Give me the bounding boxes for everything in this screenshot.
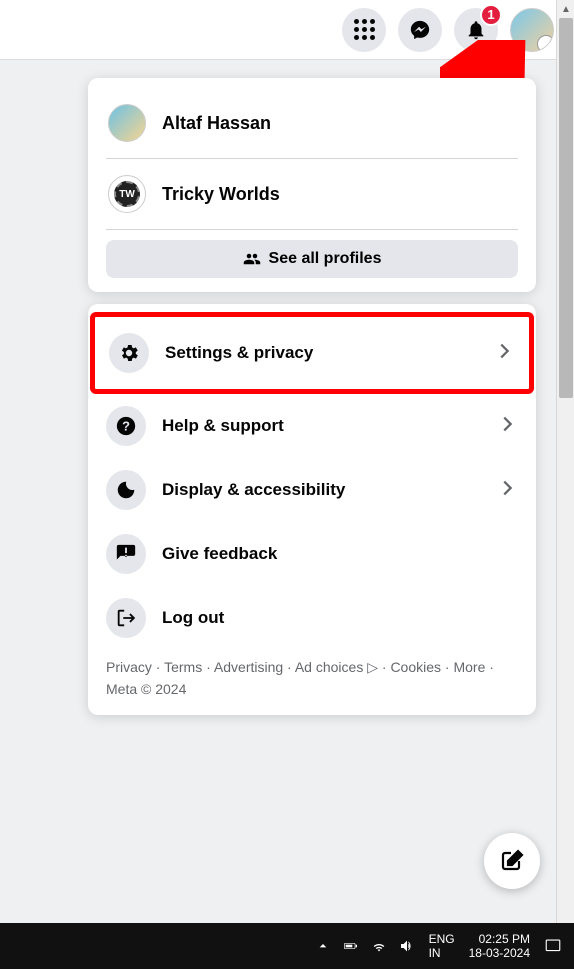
grid-icon — [354, 19, 375, 40]
footer-links: Privacy · Terms · Advertising · Ad choic… — [102, 650, 522, 701]
more-link[interactable]: More — [453, 659, 485, 675]
scroll-up-arrow[interactable]: ▲ — [557, 0, 574, 18]
scroll-thumb[interactable] — [559, 18, 573, 398]
logout-icon — [115, 607, 137, 629]
terms-link[interactable]: Terms — [164, 659, 202, 675]
top-nav-bar: 1 — [0, 0, 574, 60]
settings-label: Settings & privacy — [165, 343, 477, 363]
help-label: Help & support — [162, 416, 480, 436]
language-indicator[interactable]: ENG IN — [429, 932, 455, 961]
profile-item-1[interactable]: Altaf Hassan — [106, 94, 518, 152]
time: 02:25 PM — [469, 932, 530, 946]
avatar — [108, 104, 146, 142]
profiles-card: Altaf Hassan TW Tricky Worlds See all pr… — [88, 78, 536, 292]
profile-item-2[interactable]: TW Tricky Worlds — [106, 165, 518, 223]
meta-copyright: Meta © 2024 — [106, 681, 186, 697]
cookies-link[interactable]: Cookies — [390, 659, 441, 675]
volume-icon — [399, 938, 415, 954]
tray-chevron-icon — [315, 938, 331, 954]
help-support-item[interactable]: ? Help & support — [102, 394, 522, 458]
feedback-label: Give feedback — [162, 544, 518, 564]
compose-icon — [500, 849, 524, 873]
profile-name: Altaf Hassan — [162, 113, 271, 134]
account-dropdown: Altaf Hassan TW Tricky Worlds See all pr… — [88, 78, 536, 715]
date: 18-03-2024 — [469, 946, 530, 960]
see-all-profiles-button[interactable]: See all profiles — [106, 240, 518, 278]
notifications-button[interactable]: 1 — [454, 8, 498, 52]
profiles-icon — [243, 250, 261, 268]
divider — [106, 158, 518, 159]
avatar: TW — [108, 175, 146, 213]
logout-label: Log out — [162, 608, 518, 628]
notification-badge: 1 — [480, 4, 502, 26]
account-menu: Settings & privacy ? Help & support Disp… — [88, 304, 536, 715]
messenger-button[interactable] — [398, 8, 442, 52]
account-avatar-button[interactable] — [510, 8, 554, 52]
display-label: Display & accessibility — [162, 480, 480, 500]
lang-primary: ENG — [429, 932, 455, 946]
notifications-tray-icon[interactable] — [544, 937, 562, 955]
clock[interactable]: 02:25 PM 18-03-2024 — [469, 932, 530, 961]
help-icon: ? — [115, 415, 137, 437]
chevron-right-icon — [496, 477, 518, 504]
wifi-icon — [371, 938, 387, 954]
advertising-link[interactable]: Advertising — [214, 659, 283, 675]
profile-name: Tricky Worlds — [162, 184, 280, 205]
menu-apps-button[interactable] — [342, 8, 386, 52]
feedback-icon — [115, 543, 137, 565]
svg-text:?: ? — [122, 419, 130, 434]
divider — [106, 229, 518, 230]
adchoices-link[interactable]: Ad choices — [295, 659, 363, 675]
battery-icon — [343, 938, 359, 954]
logout-item[interactable]: Log out — [102, 586, 522, 650]
highlighted-settings: Settings & privacy — [90, 312, 534, 394]
moon-icon — [115, 479, 137, 501]
lang-secondary: IN — [429, 946, 455, 960]
chevron-right-icon — [493, 340, 515, 367]
chevron-right-icon — [496, 413, 518, 440]
system-tray[interactable] — [315, 938, 415, 954]
see-all-label: See all profiles — [269, 250, 382, 268]
privacy-link[interactable]: Privacy — [106, 659, 152, 675]
give-feedback-item[interactable]: Give feedback — [102, 522, 522, 586]
display-accessibility-item[interactable]: Display & accessibility — [102, 458, 522, 522]
gear-icon — [118, 342, 140, 364]
windows-taskbar[interactable]: ENG IN 02:25 PM 18-03-2024 — [0, 923, 574, 969]
settings-privacy-item[interactable]: Settings & privacy — [95, 317, 529, 389]
messenger-icon — [409, 19, 431, 41]
compose-button[interactable] — [484, 833, 540, 889]
scrollbar[interactable]: ▲ — [556, 0, 574, 969]
